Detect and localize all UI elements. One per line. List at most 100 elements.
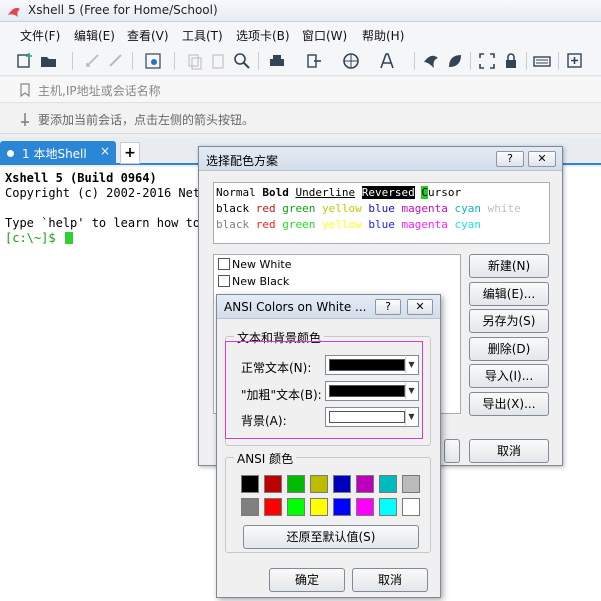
xftp-icon[interactable]	[422, 52, 440, 70]
menu-bar: 文件(F) 编辑(E) 查看(V) 工具(T) 选项卡(B) 窗口(W) 帮助(…	[0, 22, 601, 46]
ansi-color-cell[interactable]	[264, 475, 282, 493]
preview-color-cyan: cyan	[454, 202, 488, 215]
disconnect-icon[interactable]	[107, 52, 125, 70]
preview-color-red: red	[255, 202, 283, 215]
ansi-color-cell[interactable]	[402, 475, 420, 493]
delete-button[interactable]: 删除(D)	[469, 337, 549, 361]
ansi-color-cell[interactable]	[356, 475, 374, 493]
preview-color-yellow: yellow	[322, 202, 369, 215]
ansi-color-cell[interactable]	[287, 475, 305, 493]
list-item[interactable]: New Black	[218, 275, 289, 288]
ansi-color-cell[interactable]	[310, 475, 328, 493]
search-icon[interactable]	[233, 52, 251, 70]
group-label: ANSI 颜色	[234, 450, 297, 467]
transfer-icon[interactable]	[305, 52, 323, 70]
toolbar-separator	[174, 52, 175, 70]
bold-text-label: "加粗"文本(B):	[241, 388, 322, 402]
scheme-icon	[218, 258, 230, 270]
ansi-color-cell[interactable]	[241, 475, 259, 493]
ansi-color-cell[interactable]	[356, 498, 374, 516]
keyboard-icon[interactable]	[533, 52, 551, 70]
dialog-title-bar: ANSI Colors on White ... ? ✕	[217, 295, 440, 319]
preview-bright-row: black red green yellow blue magenta cyan	[216, 218, 481, 231]
tab-label: 1 本地Shell	[22, 147, 87, 161]
dialog-title: 选择配色方案	[206, 154, 279, 168]
menu-tabs[interactable]: 选项卡(B)	[236, 27, 290, 44]
preview-color-blue: blue	[368, 202, 402, 215]
export-button[interactable]: 导出(X)...	[469, 392, 549, 416]
ansi-color-cell[interactable]	[402, 498, 420, 516]
ansi-colors-dialog: ANSI Colors on White ... ? ✕ 文本和背景颜色 正常文…	[216, 294, 441, 598]
tab-close-icon[interactable]: ×	[100, 144, 110, 158]
menu-window[interactable]: 窗口(W)	[302, 27, 347, 44]
menu-edit[interactable]: 编辑(E)	[74, 27, 115, 44]
globe-icon[interactable]	[342, 52, 360, 70]
ansi-color-cell[interactable]	[241, 498, 259, 516]
help-button[interactable]: ?	[375, 299, 401, 315]
ansi-color-cell[interactable]	[333, 475, 351, 493]
ansi-color-cell[interactable]	[333, 498, 351, 516]
ok-button[interactable]: 确定	[269, 568, 345, 592]
leaf-icon[interactable]	[446, 52, 464, 70]
new-session-icon[interactable]	[16, 52, 34, 70]
edit-button[interactable]: 编辑(E)...	[469, 282, 549, 306]
terminal-prompt: [c:\~]$	[5, 231, 63, 245]
menu-tools[interactable]: 工具(T)	[182, 27, 223, 44]
add-icon[interactable]	[566, 52, 584, 70]
list-item[interactable]: New White	[218, 258, 291, 271]
bold-text-color-select[interactable]: ▼	[325, 381, 419, 401]
copy-icon[interactable]	[186, 52, 204, 70]
session-hint-text: 要添加当前会话，点击左侧的箭头按钮。	[38, 113, 255, 127]
menu-file[interactable]: 文件(F)	[20, 27, 60, 44]
normal-text-color-select[interactable]: ▼	[325, 355, 419, 375]
fullscreen-icon[interactable]	[478, 52, 496, 70]
background-label: 背景(A):	[241, 414, 287, 428]
font-icon[interactable]	[378, 52, 396, 70]
open-folder-icon[interactable]	[40, 52, 58, 70]
session-hint-bar: 要添加当前会话，点击左侧的箭头按钮。	[0, 104, 601, 134]
ansi-color-cell[interactable]	[264, 498, 282, 516]
help-button[interactable]: ?	[496, 151, 524, 167]
terminal-line: Xshell 5 (Build 0964)	[5, 171, 157, 185]
menu-help[interactable]: 帮助(H)	[362, 27, 404, 44]
lock-icon[interactable]	[502, 52, 520, 70]
close-button[interactable]: ✕	[407, 299, 433, 315]
ansi-color-cell[interactable]	[379, 475, 397, 493]
ok-button-partial[interactable]	[444, 439, 460, 463]
preview-bright-blue: blue	[368, 218, 402, 231]
dialog-title-bar: 选择配色方案 ? ✕	[199, 147, 562, 171]
cancel-button[interactable]: 取消	[352, 568, 428, 592]
reconnect-icon[interactable]	[84, 52, 102, 70]
color-swatch	[329, 411, 405, 423]
preview-cursor: C	[421, 186, 428, 199]
toolbar-separator	[470, 52, 471, 70]
paste-icon[interactable]	[209, 52, 227, 70]
save-as-button[interactable]: 另存为(S)	[469, 309, 549, 333]
dialog-title: ANSI Colors on White ...	[224, 300, 367, 314]
ansi-color-cell[interactable]	[310, 498, 328, 516]
reset-default-button[interactable]: 还原至默认值(S)	[243, 525, 419, 549]
background-color-select[interactable]: ▼	[325, 407, 419, 427]
ansi-color-cell[interactable]	[287, 498, 305, 516]
preview-normal: ursor	[427, 186, 462, 199]
preview-color-black: black	[216, 202, 256, 215]
add-tab-button[interactable]: +	[120, 142, 140, 164]
import-button[interactable]: 导入(I)...	[469, 364, 549, 388]
ansi-color-cell[interactable]	[379, 498, 397, 516]
address-placeholder: 主机,IP地址或会话名称	[38, 84, 161, 98]
xshell-window: Xshell 5 (Free for Home/School) 文件(F) 编辑…	[0, 0, 601, 601]
scheme-preview: Normal Bold Underline Reversed Cursor bl…	[213, 182, 550, 244]
terminal-line: Type `help' to learn how to	[5, 216, 201, 230]
address-bar[interactable]: 主机,IP地址或会话名称	[0, 77, 601, 103]
new-button[interactable]: 新建(N)	[469, 254, 549, 278]
tab-local-shell[interactable]: 1 本地Shell ×	[0, 141, 116, 165]
terminal-cursor	[64, 232, 73, 244]
properties-icon[interactable]	[144, 52, 162, 70]
cancel-button[interactable]: 取消	[469, 439, 549, 463]
close-button[interactable]: ✕	[528, 151, 556, 167]
toolbar-separator	[558, 52, 559, 70]
preview-bright-red: red	[255, 218, 283, 231]
scheme-name: New Black	[232, 275, 290, 288]
menu-view[interactable]: 查看(V)	[127, 27, 169, 44]
print-icon[interactable]	[268, 52, 286, 70]
